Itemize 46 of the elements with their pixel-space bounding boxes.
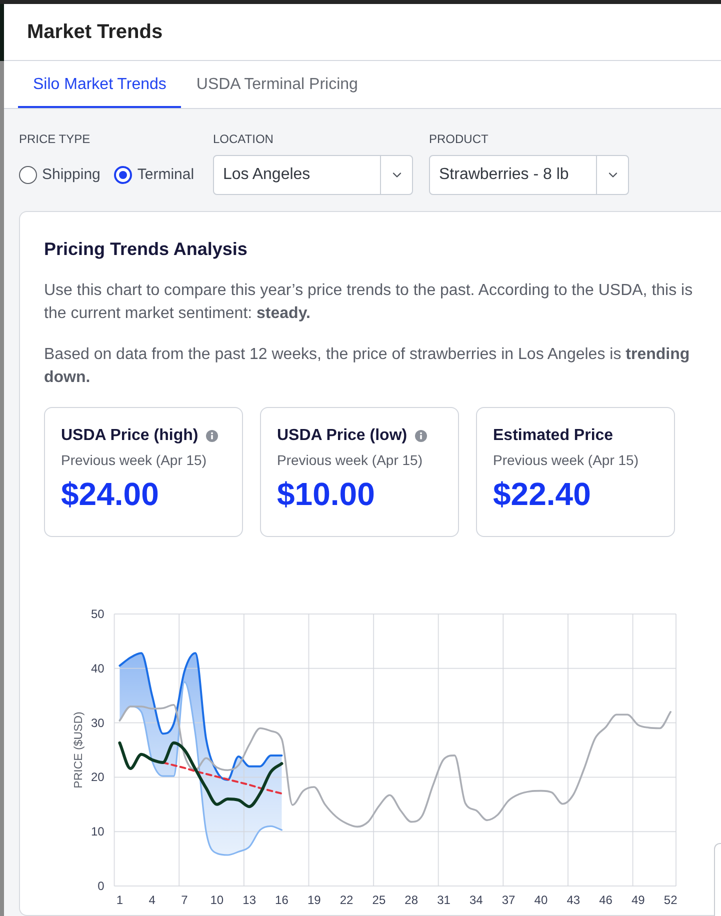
stat-value: $24.00: [61, 475, 160, 514]
y-tick-label: 10: [90, 824, 104, 839]
stat-value: $10.00: [277, 475, 376, 514]
description-text: Based on data from the past 12 weeks, the price of strawberries in Los Angeles is trending down.: [44, 345, 691, 388]
x-tick-label: 40: [534, 893, 548, 907]
x-tick-label: 10: [210, 893, 224, 907]
stat-title: USDA Price (low): [277, 426, 408, 446]
stat-subtitle: Previous week (Apr 15): [493, 451, 640, 470]
x-tick-label: 43: [566, 893, 580, 907]
x-tick-label: 25: [372, 893, 386, 907]
x-tick-label: 37: [502, 893, 516, 907]
radio-option[interactable]: Terminal: [114, 164, 200, 186]
x-tick-label: 49: [632, 893, 645, 907]
y-tick-label: 0: [98, 879, 104, 893]
stat-subtitle: Previous week (Apr 15): [61, 451, 208, 470]
x-tick-label: 19: [307, 893, 321, 907]
x-tick-label: 31: [437, 893, 450, 907]
filter-label: PRICE TYPE: [19, 132, 92, 146]
y-tick-label: 40: [90, 661, 104, 676]
x-tick-label: 22: [340, 893, 354, 907]
stat-title: USDA Price (high): [61, 426, 198, 446]
radio-option[interactable]: Shipping: [19, 164, 106, 186]
x-tick-label: 46: [599, 893, 612, 907]
x-tick-label: 4: [148, 893, 156, 907]
filter-label: LOCATION: [213, 132, 274, 146]
stat-title: Estimated Price: [493, 426, 614, 446]
y-tick-label: 50: [90, 607, 104, 621]
card-title: Pricing Trends Analysis: [44, 238, 248, 261]
dropdown-select[interactable]: Los Angeles: [213, 155, 413, 195]
window-title: Market Trends: [27, 20, 163, 45]
x-tick-label: 7: [181, 893, 188, 907]
tab[interactable]: USDA Terminal Pricing: [181, 61, 373, 108]
x-tick-label: 1: [116, 893, 124, 907]
stat-subtitle: Previous week (Apr 15): [277, 451, 424, 470]
x-tick-label: 52: [664, 893, 678, 907]
x-tick-label: 34: [469, 893, 483, 907]
x-tick-label: 28: [404, 893, 418, 907]
y-axis-label: PRICE ($USD): [73, 712, 85, 788]
filter-label: PRODUCT: [429, 132, 490, 146]
stat-value: $22.40: [493, 475, 592, 514]
y-tick-label: 20: [90, 770, 104, 784]
x-tick-label: 16: [275, 893, 288, 907]
x-tick-label: 13: [242, 893, 256, 907]
y-tick-label: 30: [90, 716, 104, 730]
description-text: Use this chart to compare this year’s price trends to the past. According to the USDA, this is the current market sentiment: steady.: [44, 281, 694, 324]
dropdown-select[interactable]: Strawberries - 8 lb: [429, 155, 629, 195]
